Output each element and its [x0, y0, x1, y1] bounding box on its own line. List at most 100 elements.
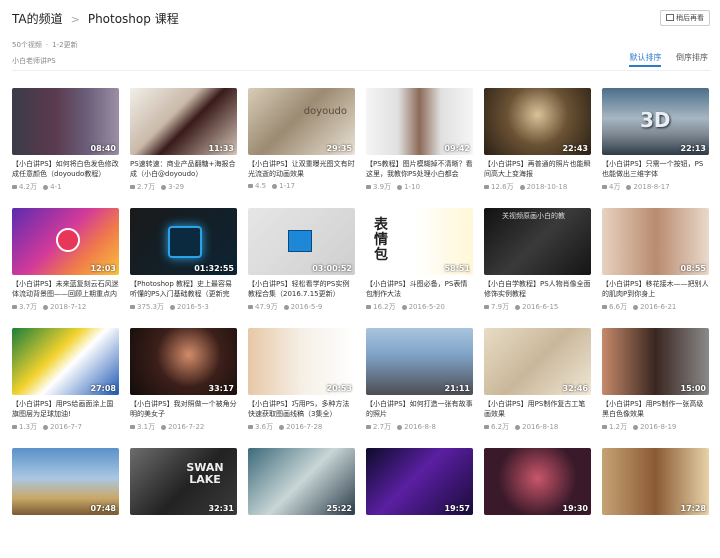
- video-title[interactable]: 【小白讲PS】我对照做一个被角分明的美女子: [130, 399, 237, 419]
- play-count: 7.9万: [491, 303, 510, 311]
- video-thumbnail[interactable]: 22:43: [484, 88, 591, 155]
- video-card[interactable]: 58:51 表情包 【小白讲PS】斗图必备，PS表情包制作大法 16.2万 2016-5…: [366, 208, 473, 318]
- video-duration: 25:22: [326, 504, 352, 513]
- video-card[interactable]: 29:35 doyoudo 【小白讲PS】让双重曝光图文有时光流逝的动画效果 4.5 1…: [248, 88, 355, 198]
- video-stats: 6.6万 2016-6-21: [602, 302, 709, 312]
- video-thumbnail[interactable]: 03:00:52: [248, 208, 355, 275]
- author-name[interactable]: 小白老师讲PS: [12, 56, 56, 66]
- upload-date: 2016-7-7: [50, 423, 82, 431]
- video-thumbnail[interactable]: 32:46: [484, 328, 591, 395]
- sort-default-tab[interactable]: 默认排序: [629, 53, 662, 67]
- clock-icon: [397, 425, 403, 430]
- video-card[interactable]: 20:53 【小白讲PS】巧用PS，多种方法快速获取图画线稿（3集全） 3.6万 20…: [248, 328, 355, 438]
- video-title[interactable]: 【小白讲PS】未来蓝复刻云石风迷体流动背景图——回顾上期重点内容篇: [12, 279, 119, 299]
- upload-date: 2016-6-21: [640, 303, 677, 311]
- video-thumbnail[interactable]: 17:28: [602, 448, 709, 515]
- video-thumbnail[interactable]: 58:51 表情包: [366, 208, 473, 275]
- video-thumbnail[interactable]: 21:11: [366, 328, 473, 395]
- video-card[interactable]: 12:03 【小白讲PS】未来蓝复刻云石风迷体流动背景图——回顾上期重点内容篇 3.…: [12, 208, 119, 318]
- video-thumbnail[interactable]: 27:08: [12, 328, 119, 395]
- video-card[interactable]: 15:00 【小白讲PS】用PS制作一张高级黑白色像效果 1.2万 2016-8-19: [602, 328, 709, 438]
- watch-later-button[interactable]: 稍后再看: [660, 10, 710, 26]
- video-title[interactable]: 【小白讲PS】再普通的照片也能瞬间高大上变海报: [484, 159, 591, 179]
- video-thumbnail[interactable]: 07:48: [12, 448, 119, 515]
- video-thumbnail[interactable]: 20:53: [248, 328, 355, 395]
- video-duration: 08:55: [680, 264, 706, 273]
- video-card[interactable]: 33:17 【小白讲PS】我对照做一个被角分明的美女子 3.1万 2016-7-22: [130, 328, 237, 438]
- video-card[interactable]: 01:32:55 【Photoshop 教程】史上最容易听懂的PS入门基础教程（更…: [130, 208, 237, 318]
- video-card[interactable]: 03:00:52 【小白讲PS】轻松看学的PS实例教程合集（2016.7.15更新…: [248, 208, 355, 318]
- play-count: 1.3万: [19, 423, 38, 431]
- play-count: 2.7万: [137, 183, 156, 191]
- video-card[interactable]: 25:22: [248, 448, 355, 558]
- video-title[interactable]: 【小白讲PS】用PS给画面涂上国旗图层为足球加油!: [12, 399, 119, 419]
- video-card[interactable]: 17:28: [602, 448, 709, 558]
- video-thumbnail[interactable]: 11:33: [130, 88, 237, 155]
- video-title[interactable]: 【小白讲PS】让双重曝光图文有时光流逝的动画效果: [248, 159, 355, 179]
- video-stats: 3.7万 2018-7-12: [12, 302, 119, 312]
- video-thumbnail[interactable]: 08:55: [602, 208, 709, 275]
- video-thumbnail[interactable]: 22:13 3D: [602, 88, 709, 155]
- video-thumbnail[interactable]: 32:31 SWAN LAKE: [130, 448, 237, 515]
- clock-icon: [515, 305, 521, 310]
- video-thumbnail[interactable]: 关视频原画小白的教: [484, 208, 591, 275]
- video-title[interactable]: 【Photoshop 教程】史上最容易听懂的PS入门基础教程（更新完毕）: [130, 279, 237, 299]
- video-duration: 15:00: [680, 384, 706, 393]
- upload-date: 2016-6-15: [522, 303, 559, 311]
- video-card[interactable]: 32:46 【小白讲PS】用PS制作复古工笔画效果 6.2万 2016-8-18: [484, 328, 591, 438]
- video-stats: 375.3万 2016-5-3: [130, 302, 237, 312]
- video-thumbnail[interactable]: 01:32:55: [130, 208, 237, 275]
- video-card[interactable]: 22:43 【小白讲PS】再普通的照片也能瞬间高大上变海报 12.6万 2018-10…: [484, 88, 591, 198]
- play-count: 3.6万: [255, 423, 274, 431]
- video-thumbnail[interactable]: 25:22: [248, 448, 355, 515]
- play-count: 3.7万: [19, 303, 38, 311]
- play-count: 6.6万: [609, 303, 628, 311]
- video-card[interactable]: 关视频原画小白的教【小白自学教程】PS人物肖像全面修饰实例教程 7.9万 2016-…: [484, 208, 591, 318]
- play-count-icon: [12, 425, 17, 429]
- video-card[interactable]: 27:08 【小白讲PS】用PS给画面涂上国旗图层为足球加油! 1.3万 2016-7…: [12, 328, 119, 438]
- video-duration: 01:32:55: [194, 264, 234, 273]
- video-card[interactable]: 08:55 【小白讲PS】移花接木——把别人的肌肉P到你身上 6.6万 2016-6-…: [602, 208, 709, 318]
- video-thumbnail[interactable]: 29:35 doyoudo: [248, 88, 355, 155]
- video-title[interactable]: 【小白自学教程】PS人物肖像全面修饰实例教程: [484, 279, 591, 299]
- video-title[interactable]: 【小白讲PS】移花接木——把别人的肌肉P到你身上: [602, 279, 709, 299]
- video-thumbnail[interactable]: 15:00: [602, 328, 709, 395]
- video-stats: 2.7万 3-29: [130, 182, 237, 192]
- video-title[interactable]: 【小白讲PS】只需一个按钮，PS也能做出三维字体: [602, 159, 709, 179]
- sort-reverse-tab[interactable]: 倒序排序: [676, 53, 708, 62]
- video-thumbnail[interactable]: 08:40: [12, 88, 119, 155]
- video-thumbnail[interactable]: 33:17: [130, 328, 237, 395]
- video-card[interactable]: 09:42 【PS教程】图片模糊掉不清晰？看这里，我教你PS处理小白都会 3.9万 1…: [366, 88, 473, 198]
- video-card[interactable]: 19:57: [366, 448, 473, 558]
- breadcrumb-channel[interactable]: TA的频道: [12, 12, 63, 26]
- video-title[interactable]: 【小白讲PS】用PS制作复古工笔画效果: [484, 399, 591, 419]
- clock-icon: [161, 425, 167, 430]
- video-thumbnail[interactable]: 09:42: [366, 88, 473, 155]
- video-title[interactable]: 【小白讲PS】用PS制作一张高级黑白色像效果: [602, 399, 709, 419]
- clock-icon: [279, 425, 285, 430]
- upload-date: 2016-8-18: [522, 423, 559, 431]
- video-card[interactable]: 07:48: [12, 448, 119, 558]
- video-title[interactable]: 【小白讲PS】斗图必备，PS表情包制作大法: [366, 279, 473, 299]
- video-title[interactable]: 【小白讲PS】巧用PS，多种方法快速获取图画线稿（3集全）: [248, 399, 355, 419]
- video-title[interactable]: 【小白讲PS】如何将白色发色修改成任意颜色（doyoudo教程）: [12, 159, 119, 179]
- video-thumbnail[interactable]: 19:57: [366, 448, 473, 515]
- logo-icon: [56, 228, 80, 252]
- video-duration: 21:11: [444, 384, 470, 393]
- video-title[interactable]: 【小白讲PS】轻松看学的PS实例教程合集（2016.7.15更新）: [248, 279, 355, 299]
- video-card[interactable]: 22:13 3D 【小白讲PS】只需一个按钮，PS也能做出三维字体 4万 2018-8-…: [602, 88, 709, 198]
- video-title[interactable]: 【PS教程】图片模糊掉不清晰？看这里，我教你PS处理小白都会: [366, 159, 473, 179]
- video-title[interactable]: PS速转速：商业产品翻糖+海报合成（小白@doyoudo）: [130, 159, 237, 179]
- video-card[interactable]: 19:30: [484, 448, 591, 558]
- play-count-icon: [366, 185, 371, 189]
- video-thumbnail[interactable]: 12:03: [12, 208, 119, 275]
- video-stats: 1.3万 2016-7-7: [12, 422, 119, 432]
- video-card[interactable]: 21:11 【小白讲PS】如何打造一张有故事的照片 2.7万 2016-8-8: [366, 328, 473, 438]
- video-thumbnail[interactable]: 19:30: [484, 448, 591, 515]
- video-duration: 19:57: [444, 504, 470, 513]
- video-duration: 09:42: [444, 144, 470, 153]
- video-card[interactable]: 11:33 PS速转速：商业产品翻糖+海报合成（小白@doyoudo） 2.7万 3-…: [130, 88, 237, 198]
- video-card[interactable]: 08:40 【小白讲PS】如何将白色发色修改成任意颜色（doyoudo教程） 4.2…: [12, 88, 119, 198]
- video-title[interactable]: 【小白讲PS】如何打造一张有故事的照片: [366, 399, 473, 419]
- video-card[interactable]: 32:31 SWAN LAKE: [130, 448, 237, 558]
